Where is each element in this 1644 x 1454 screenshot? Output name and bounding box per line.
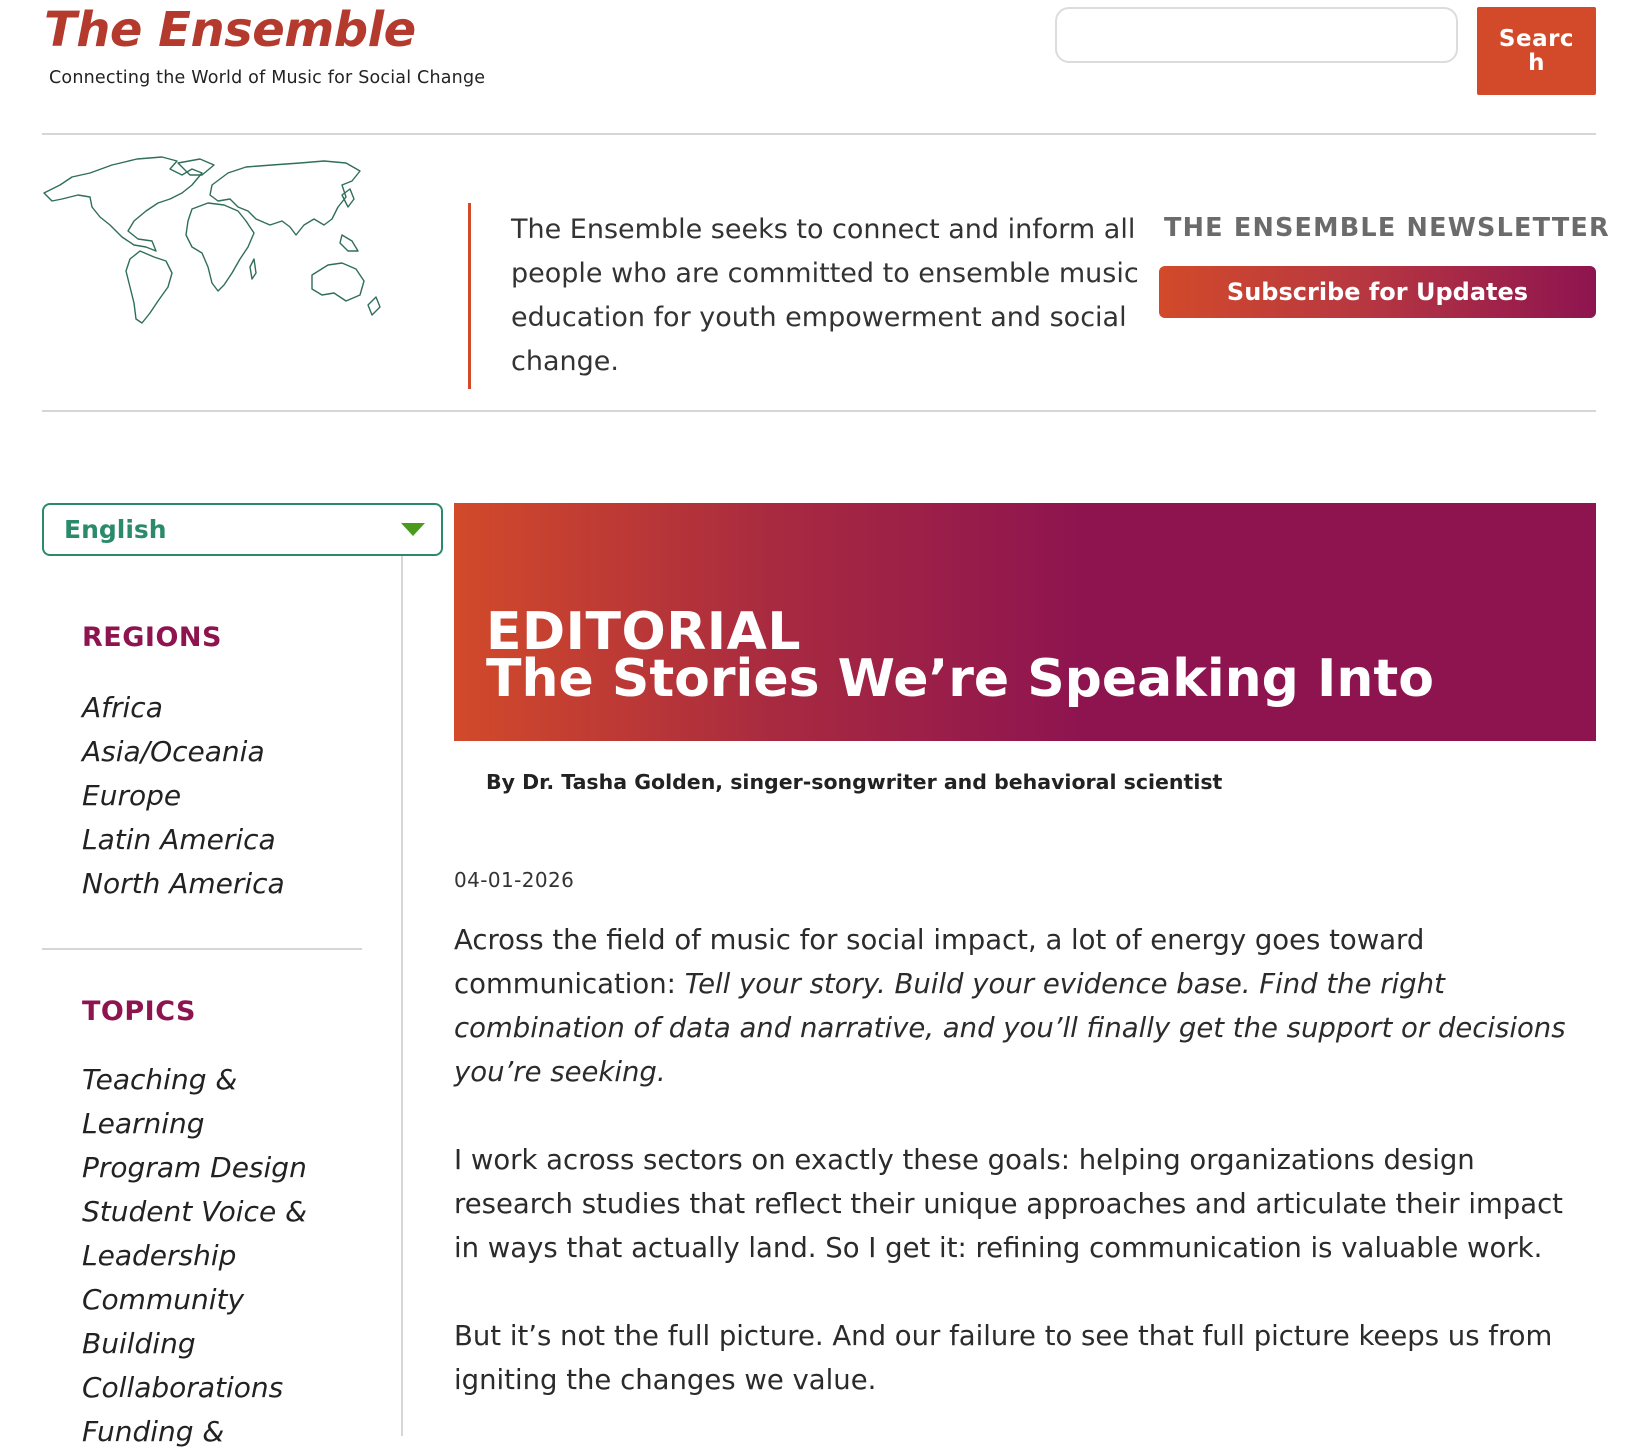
topic-link-community-building[interactable]: Community Building <box>82 1278 332 1366</box>
search-button[interactable]: Search <box>1477 7 1596 95</box>
chevron-down-icon <box>401 523 425 536</box>
region-link-latin-america[interactable]: Latin America <box>82 818 382 862</box>
topic-link-program-design[interactable]: Program Design <box>82 1146 332 1190</box>
mission-statement: The Ensemble seeks to connect and inform… <box>511 214 1139 377</box>
sidebar-section-divider <box>42 948 362 950</box>
article-hero-banner: EDITORIAL The Stories We’re Speaking Int… <box>454 503 1596 741</box>
topic-link-student-voice[interactable]: Student Voice & Leadership <box>82 1190 332 1278</box>
site-logo[interactable]: The Ensemble <box>44 2 416 58</box>
header-divider <box>42 133 1596 135</box>
intro-accent-bar <box>468 203 471 389</box>
article-paragraph: I work across sectors on exactly these g… <box>454 1144 1563 1264</box>
topics-list: Teaching & Learning Program Design Stude… <box>82 1058 332 1454</box>
world-map-icon <box>43 156 381 324</box>
search-input[interactable] <box>1055 7 1458 63</box>
article-byline: By Dr. Tasha Golden, singer-songwriter a… <box>486 770 1223 794</box>
region-link-north-america[interactable]: North America <box>82 862 382 906</box>
sidebar-divider <box>401 556 403 1436</box>
article-date: 04-01-2026 <box>454 868 575 892</box>
region-link-africa[interactable]: Africa <box>82 686 382 730</box>
article-paragraph: Across the field of music for social imp… <box>454 918 1596 1094</box>
topic-link-funding[interactable]: Funding & <box>82 1410 332 1454</box>
intro-divider <box>42 410 1596 412</box>
article-title: The Stories We’re Speaking Into <box>486 649 1434 709</box>
article-body: Across the field of music for social imp… <box>454 918 1596 1446</box>
newsletter-title: THE ENSEMBLE NEWSLETTER <box>1164 213 1610 243</box>
topics-heading: TOPICS <box>82 996 196 1027</box>
subscribe-button[interactable]: Subscribe for Updates <box>1159 266 1596 318</box>
topic-link-collaborations[interactable]: Collaborations <box>82 1366 332 1410</box>
topic-link-teaching-learning[interactable]: Teaching & Learning <box>82 1058 332 1146</box>
language-select[interactable]: English <box>42 503 443 556</box>
region-link-asia-oceania[interactable]: Asia/Oceania <box>82 730 382 774</box>
region-link-europe[interactable]: Europe <box>82 774 382 818</box>
language-select-value: English <box>64 515 167 544</box>
site-tagline: Connecting the World of Music for Social… <box>49 68 486 88</box>
regions-list: Africa Asia/Oceania Europe Latin America… <box>82 686 382 906</box>
article-paragraph: But it’s not the full picture. And our f… <box>454 1320 1553 1396</box>
regions-heading: REGIONS <box>82 622 222 653</box>
